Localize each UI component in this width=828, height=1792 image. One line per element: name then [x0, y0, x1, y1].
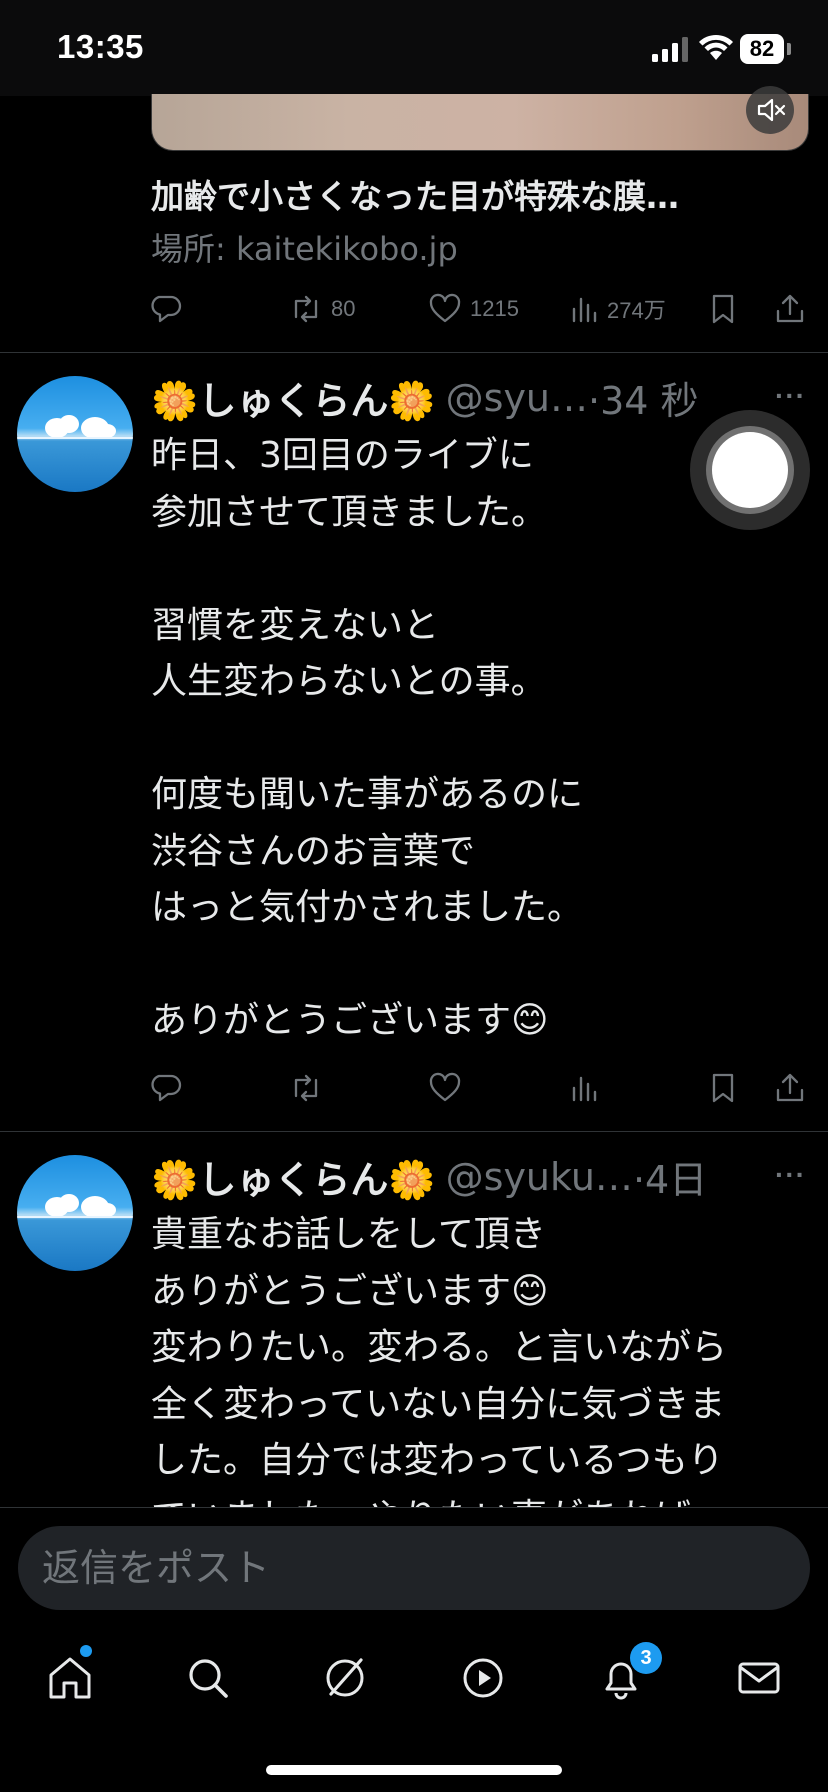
heart-icon	[429, 1072, 461, 1102]
share-button[interactable]	[774, 289, 806, 329]
bookmark-icon	[712, 294, 734, 324]
cloud-sky-avatar-image	[17, 1194, 133, 1218]
tab-search[interactable]	[180, 1650, 236, 1706]
share-button[interactable]	[774, 1068, 806, 1108]
home-icon	[49, 1657, 91, 1699]
more-options-icon[interactable]: ···	[775, 380, 806, 412]
share-icon	[776, 294, 804, 323]
post-line: 参加させて頂きました。	[151, 491, 548, 533]
play-icon	[463, 1658, 503, 1698]
post-line	[151, 937, 583, 994]
post-line: 貴重なお話しをして頂き	[151, 1214, 546, 1255]
reply-icon	[151, 1074, 182, 1102]
battery-tip	[787, 43, 791, 55]
bookmark-button[interactable]	[708, 1068, 738, 1108]
views-button[interactable]	[569, 1068, 599, 1108]
views-button[interactable]: 274万	[569, 289, 666, 329]
author-name[interactable]: 🌼しゅくらん🌼	[151, 370, 436, 425]
author-handle[interactable]: @syuku…	[446, 1155, 633, 1199]
post-time: ·34 秒	[588, 379, 699, 423]
signal-icon	[652, 36, 690, 62]
retweet-icon	[294, 295, 318, 323]
like-button[interactable]: 1215	[428, 289, 519, 329]
post-line: 渋谷さんのお言葉で	[151, 830, 476, 872]
post-line: 変わりたい。変わる。と言いながら	[151, 1327, 728, 1368]
cloud-sky-avatar-image	[17, 415, 133, 439]
bookmark-button[interactable]	[708, 289, 738, 329]
post-line: はっと気付かされました。	[151, 887, 584, 928]
bookmark-icon	[712, 1073, 734, 1103]
post-line	[151, 541, 583, 598]
media-thumbnail[interactable]	[151, 94, 809, 151]
status-time: 13:35	[57, 28, 144, 65]
reply-icon	[151, 295, 182, 323]
heart-icon	[429, 293, 461, 323]
post-body: 昨日、3回目のライブに 参加させて頂きました。 習慣を変えないと 人生変わらない…	[151, 428, 583, 1050]
wifi-icon	[698, 34, 734, 62]
divider	[0, 352, 828, 353]
reply-button[interactable]	[151, 1068, 183, 1108]
author-name[interactable]: 🌼しゅくらん🌼	[151, 1149, 436, 1204]
post-time: ·4日	[632, 1158, 708, 1202]
home-indicator[interactable]	[266, 1765, 562, 1775]
mute-button[interactable]	[746, 86, 794, 134]
post-line: 人生変わらないとの事。	[151, 661, 547, 702]
views-icon	[572, 1076, 597, 1102]
mail-icon	[738, 1662, 780, 1694]
post-line: 何度も聞いた事があるのに	[151, 774, 584, 815]
post-line: した。自分では変わっているつもり	[151, 1440, 724, 1481]
post-line: ありがとうございます😊	[151, 1000, 549, 1041]
like-button[interactable]	[428, 1068, 462, 1108]
battery-indicator: 82	[740, 34, 784, 64]
more-options-icon[interactable]: ···	[775, 1159, 806, 1191]
post-line: 昨日、3回目のライブに	[151, 435, 534, 476]
link-card-title[interactable]: 加齢で小さくなった目が特殊な膜…	[151, 170, 679, 218]
share-icon	[776, 1073, 804, 1102]
reply-input[interactable]: 返信をポスト	[18, 1526, 810, 1610]
avatar[interactable]	[17, 1155, 133, 1271]
grok-icon	[326, 1658, 364, 1697]
notification-badge: 3	[630, 1642, 662, 1674]
like-count: 1215	[470, 296, 519, 321]
divider	[0, 1131, 828, 1132]
views-count: 274万	[607, 298, 666, 323]
post-line	[151, 711, 583, 768]
tab-video[interactable]	[455, 1650, 511, 1706]
post-line: でいました。やりたい事があれば	[151, 1490, 727, 1508]
post-line: 習慣を変えないと	[151, 604, 440, 646]
assistive-touch-icon[interactable]	[712, 432, 788, 508]
post-line: 全く変わっていない自分に気づきま	[151, 1383, 726, 1425]
post-line: ありがとうございます😊	[151, 1270, 549, 1312]
search-icon	[189, 1659, 228, 1698]
link-card-domain[interactable]: 場所: kaitekikobo.jp	[151, 224, 458, 270]
retweet-icon	[294, 1074, 318, 1102]
tab-home[interactable]	[42, 1650, 98, 1706]
retweet-count: 80	[331, 296, 356, 321]
reply-button[interactable]	[151, 289, 183, 329]
retweet-button[interactable]	[289, 1068, 323, 1108]
author-handle[interactable]: @syu…	[446, 376, 588, 420]
tab-messages[interactable]	[731, 1650, 787, 1706]
avatar[interactable]	[17, 376, 133, 492]
post-header: 🌼しゅくらん🌼 @syuku… ·4日	[151, 1149, 707, 1204]
post-body: 貴重なお話しをして頂き ありがとうございます😊 変わりたい。変わる。と言いながら…	[151, 1207, 727, 1507]
tab-grok[interactable]	[317, 1650, 373, 1706]
speaker-muted-icon	[757, 98, 786, 122]
views-icon	[572, 297, 597, 323]
post-header: 🌼しゅくらん🌼 @syu… ·34 秒	[151, 370, 699, 425]
retweet-button[interactable]: 80	[289, 289, 355, 329]
unread-dot	[80, 1645, 92, 1657]
